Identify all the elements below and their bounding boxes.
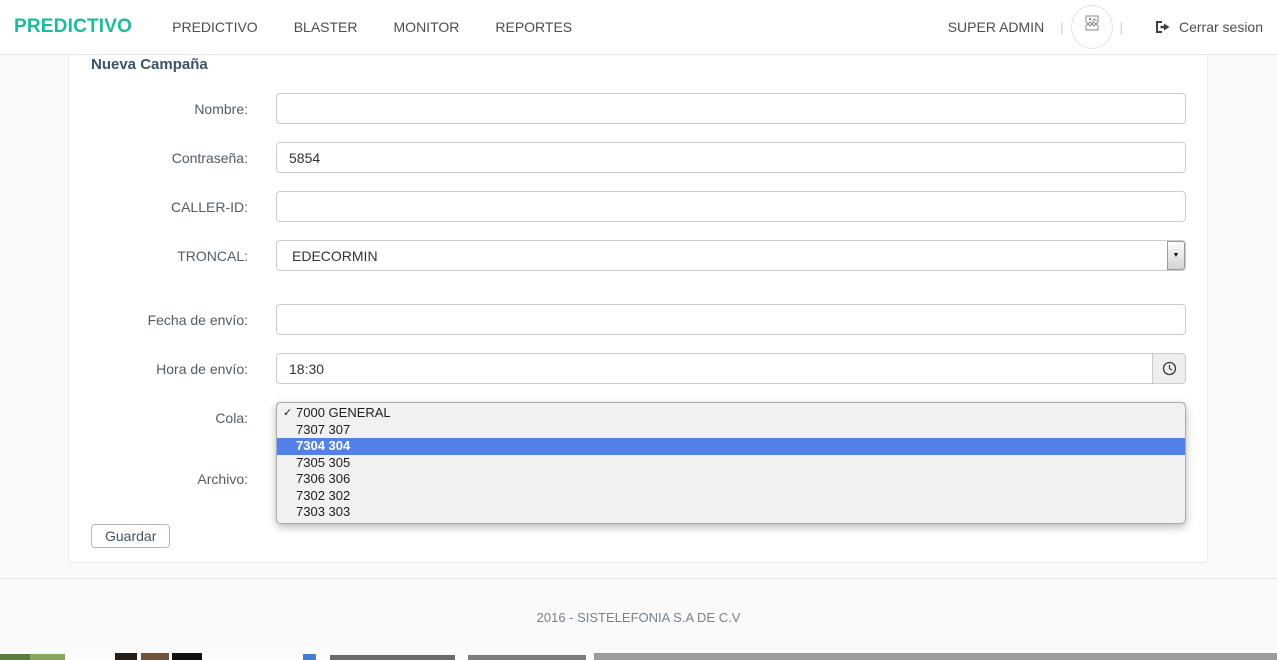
form-row-caller-id: CALLER-ID: <box>69 191 1207 222</box>
sliver-fragment <box>30 654 65 660</box>
contrasena-label: Contraseña: <box>69 150 276 166</box>
logout-label: Cerrar sesion <box>1179 19 1263 35</box>
nav-item-blaster[interactable]: BLASTER <box>294 19 358 35</box>
nombre-label: Nombre: <box>69 101 276 117</box>
hora-envio-input[interactable] <box>276 353 1153 384</box>
sliver-fragment <box>0 654 30 660</box>
fecha-envio-label: Fecha de envío: <box>69 312 276 328</box>
troncal-selected-value: EDECORMIN <box>292 248 378 264</box>
caller-id-label: CALLER-ID: <box>69 199 276 215</box>
nav-item-monitor[interactable]: MONITOR <box>394 19 460 35</box>
broken-image-icon <box>1082 13 1102 33</box>
separator: | <box>1120 20 1123 35</box>
nombre-input[interactable] <box>276 93 1186 124</box>
dropdown-option[interactable]: 7303 303 <box>277 504 1185 521</box>
contrasena-input[interactable] <box>276 142 1186 173</box>
troncal-select[interactable]: EDECORMIN ▼ <box>276 240 1186 271</box>
caller-id-input[interactable] <box>276 191 1186 222</box>
sliver-fragment <box>594 653 1277 660</box>
save-button[interactable]: Guardar <box>91 524 170 548</box>
background-window-sliver <box>0 652 1277 660</box>
footer-copyright: 2016 - SISTELEFONIA S.A DE C.V <box>0 610 1277 625</box>
sliver-fragment <box>330 655 455 660</box>
brand-logo[interactable]: PREDICTIVO <box>14 16 132 38</box>
time-picker-addon[interactable] <box>1153 353 1186 384</box>
form-row-troncal: TRONCAL: EDECORMIN ▼ <box>69 240 1207 271</box>
main-nav: PREDICTIVO BLASTER MONITOR REPORTES <box>154 19 590 35</box>
clock-icon <box>1162 361 1177 376</box>
hora-envio-label: Hora de envío: <box>69 361 276 377</box>
sign-out-icon <box>1155 20 1171 34</box>
page-title: Nueva Campaña <box>69 55 1207 73</box>
dropdown-option[interactable]: 7306 306 <box>277 471 1185 488</box>
logout-button[interactable]: Cerrar sesion <box>1155 19 1263 35</box>
form-row-contrasena: Contraseña: <box>69 142 1207 173</box>
nav-item-reportes[interactable]: REPORTES <box>495 19 572 35</box>
check-icon: ✓ <box>283 405 292 422</box>
dropdown-option-highlighted[interactable]: 7304 304 <box>277 438 1185 455</box>
dropdown-option[interactable]: ✓ 7000 GENERAL <box>277 405 1185 422</box>
sliver-fragment <box>115 653 137 660</box>
sliver-fragment <box>468 655 586 660</box>
top-navbar: PREDICTIVO PREDICTIVO BLASTER MONITOR RE… <box>0 0 1277 55</box>
form-row-fecha-envio: Fecha de envío: <box>69 304 1207 335</box>
nav-item-predictivo[interactable]: PREDICTIVO <box>172 19 258 35</box>
troncal-label: TRONCAL: <box>69 248 276 264</box>
select-dropdown-button[interactable]: ▼ <box>1167 241 1185 270</box>
dropdown-option[interactable]: 7305 305 <box>277 455 1185 472</box>
sliver-fragment <box>303 654 316 660</box>
fecha-envio-input[interactable] <box>276 304 1186 335</box>
sliver-fragment <box>141 653 169 660</box>
dropdown-option[interactable]: 7307 307 <box>277 422 1185 439</box>
logged-in-user-label: SUPER ADMIN <box>948 19 1044 35</box>
cola-dropdown-list: ✓ 7000 GENERAL 7307 307 7304 304 7305 30… <box>276 402 1186 524</box>
dropdown-option[interactable]: 7302 302 <box>277 488 1185 505</box>
sliver-fragment <box>172 653 202 660</box>
archivo-label: Archivo: <box>69 471 276 487</box>
cola-label: Cola: <box>69 410 276 426</box>
form-row-nombre: Nombre: <box>69 93 1207 124</box>
separator: | <box>1060 20 1063 35</box>
user-avatar[interactable] <box>1070 0 1114 54</box>
form-row-hora-envio: Hora de envío: <box>69 353 1207 384</box>
footer-divider <box>0 578 1277 579</box>
navbar-right: SUPER ADMIN | | Cerrar sesion <box>948 0 1263 54</box>
chevron-down-icon: ▼ <box>1173 252 1180 259</box>
